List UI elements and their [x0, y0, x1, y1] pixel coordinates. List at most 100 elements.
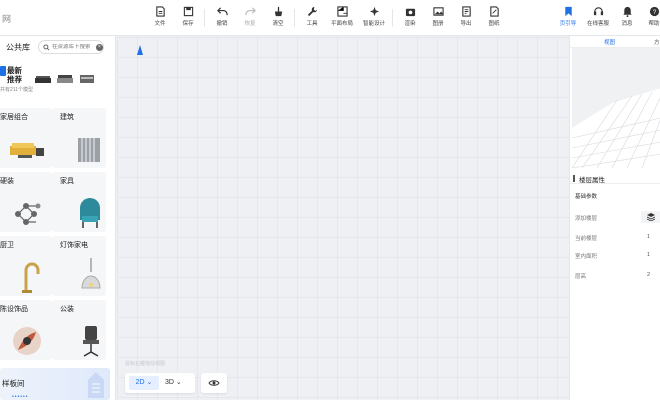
category-home-combo[interactable]: 家居组合 — [0, 108, 52, 168]
visibility-button[interactable] — [201, 373, 227, 393]
current-floor-value[interactable]: 1 — [647, 234, 650, 240]
library-search[interactable]: × — [38, 40, 104, 54]
help-label: 帮助 — [648, 21, 660, 27]
floor-height-value[interactable]: 2 — [647, 272, 650, 278]
headset-icon — [593, 7, 603, 16]
view-3d-button[interactable]: 3D ⌄ — [165, 376, 191, 390]
tools-label: 工具 — [306, 21, 318, 27]
add-floor-label: 添加楼层 — [575, 216, 598, 222]
page-guide-label: 页引导 — [559, 21, 577, 27]
current-floor-row: 当前楼层 1 — [575, 232, 660, 244]
category-building[interactable]: 建筑 — [52, 108, 106, 168]
svg-text:?: ? — [652, 9, 656, 16]
faucet-icon — [22, 262, 40, 293]
export-label: 导出 — [460, 21, 472, 27]
tools-button[interactable]: 工具 — [298, 6, 326, 32]
sample-room-banner[interactable]: 样板间 •••••• — [0, 368, 110, 400]
category-office[interactable]: 公装 — [52, 300, 106, 360]
smart-design-icon — [369, 6, 379, 17]
save-label: 保存 — [182, 21, 194, 27]
indoor-area-label: 室内面积 — [575, 254, 598, 260]
redo-label: 恢复 — [244, 21, 256, 27]
help-icon: ? — [649, 6, 659, 17]
category-label: 家具 — [60, 178, 74, 185]
file-label: 文件 — [154, 21, 166, 27]
indoor-area-row: 室内面积 1 — [575, 250, 660, 262]
toolbar-divider — [204, 9, 205, 27]
search-input[interactable] — [52, 44, 96, 50]
properties-header: 楼层属性 — [570, 172, 660, 184]
camera-icon — [405, 8, 415, 17]
top-toolbar: 网 文件 保存 撤销 恢复 清空 工具 平面布局 智能设计 渲染 图册 导出 图… — [0, 0, 660, 36]
category-label: 建筑 — [60, 114, 74, 121]
view-switch: 2D ⌄ 3D ⌄ — [125, 373, 195, 393]
recommend-count: 共有211个模型 — [0, 87, 33, 93]
floor-height-label: 层高 — [575, 274, 587, 280]
category-furniture[interactable]: 家具 — [52, 172, 106, 232]
category-decor[interactable]: 陈设饰品 — [0, 300, 52, 360]
right-panel: 视图 方 楼层属性 基础参数 添加楼层 当前楼层 1 室内面积 1 层高 2 — [569, 36, 660, 400]
armchair-icon — [80, 198, 100, 228]
view-2d-button[interactable]: 2D ⌄ — [129, 376, 159, 390]
latest-recommend-card[interactable]: 最新 推荐 共有211个模型 — [0, 64, 112, 98]
library-title: 公共库 — [6, 43, 30, 52]
drag-handle-icon[interactable] — [573, 175, 575, 182]
logo-text: 网 — [2, 14, 12, 24]
cabinet-thumbnail-icon — [80, 75, 94, 83]
render-button[interactable]: 渲染 — [396, 6, 424, 32]
bed-thumbnail-icon — [57, 75, 73, 83]
bookmark-icon — [564, 6, 572, 17]
undo-label: 撤销 — [216, 21, 228, 27]
category-hard-decoration[interactable]: 硬装 — [0, 172, 52, 232]
north-arrow-icon — [137, 45, 143, 55]
category-kitchen-bath[interactable]: 厨卫 — [0, 236, 52, 296]
undo-button[interactable]: 撤销 — [208, 6, 236, 32]
layout-label: 平面布局 — [330, 21, 353, 27]
export-button[interactable]: 导出 — [452, 6, 480, 32]
file-button[interactable]: 文件 — [146, 6, 174, 32]
eye-icon — [208, 380, 220, 386]
design-canvas[interactable]: 鼠标右键拖动视图 2D ⌄ 3D ⌄ — [117, 37, 569, 400]
messages-button[interactable]: 消息 — [613, 6, 641, 32]
messages-label: 消息 — [621, 21, 633, 27]
redo-icon — [244, 7, 256, 16]
indoor-area-value[interactable]: 1 — [647, 252, 650, 258]
page-guide-button[interactable]: 页引导 — [554, 6, 582, 32]
category-label: 灯饰家电 — [60, 242, 88, 249]
save-icon — [183, 6, 193, 17]
building-illustration-icon — [88, 372, 104, 398]
tab-view[interactable]: 视图 — [604, 38, 615, 46]
save-button[interactable]: 保存 — [174, 6, 202, 32]
smart-design-button[interactable]: 智能设计 — [360, 6, 388, 32]
support-button[interactable]: 在线客服 — [584, 6, 612, 32]
add-floor-button[interactable] — [641, 211, 660, 223]
3d-preview[interactable] — [572, 48, 660, 168]
preview-tabs: 视图 方 — [570, 36, 660, 48]
layout-button[interactable]: 平面布局 — [328, 6, 356, 32]
wrench-icon — [307, 6, 317, 17]
help-button[interactable]: ? 帮助 — [640, 6, 660, 32]
redo-button[interactable]: 恢复 — [236, 6, 264, 32]
fence-icon — [78, 138, 100, 162]
category-lighting-appliance[interactable]: 灯饰家电 — [52, 236, 106, 296]
toolbar-divider — [294, 9, 295, 27]
smart-design-label: 智能设计 — [362, 21, 385, 27]
add-floor-row: 添加楼层 — [575, 211, 660, 224]
album-icon — [432, 7, 444, 16]
layers-icon — [647, 213, 655, 221]
layout-icon — [336, 6, 348, 17]
category-label: 公装 — [60, 306, 74, 313]
properties-title: 楼层属性 — [579, 177, 605, 184]
drawing-label: 图纸 — [488, 21, 500, 27]
sample-room-label: 样板间 — [2, 379, 25, 388]
album-label: 图册 — [432, 21, 444, 27]
tab-second[interactable]: 方 — [654, 38, 660, 46]
clear-button[interactable]: 清空 — [264, 6, 292, 32]
clear-search-icon[interactable]: × — [96, 43, 103, 51]
molecule-icon — [15, 203, 41, 225]
undo-icon — [216, 7, 228, 16]
floor-height-row: 层高 2 — [575, 270, 660, 282]
drawing-button[interactable]: 图纸 — [480, 6, 508, 32]
album-button[interactable]: 图册 — [424, 6, 452, 32]
category-label: 家居组合 — [0, 114, 28, 121]
